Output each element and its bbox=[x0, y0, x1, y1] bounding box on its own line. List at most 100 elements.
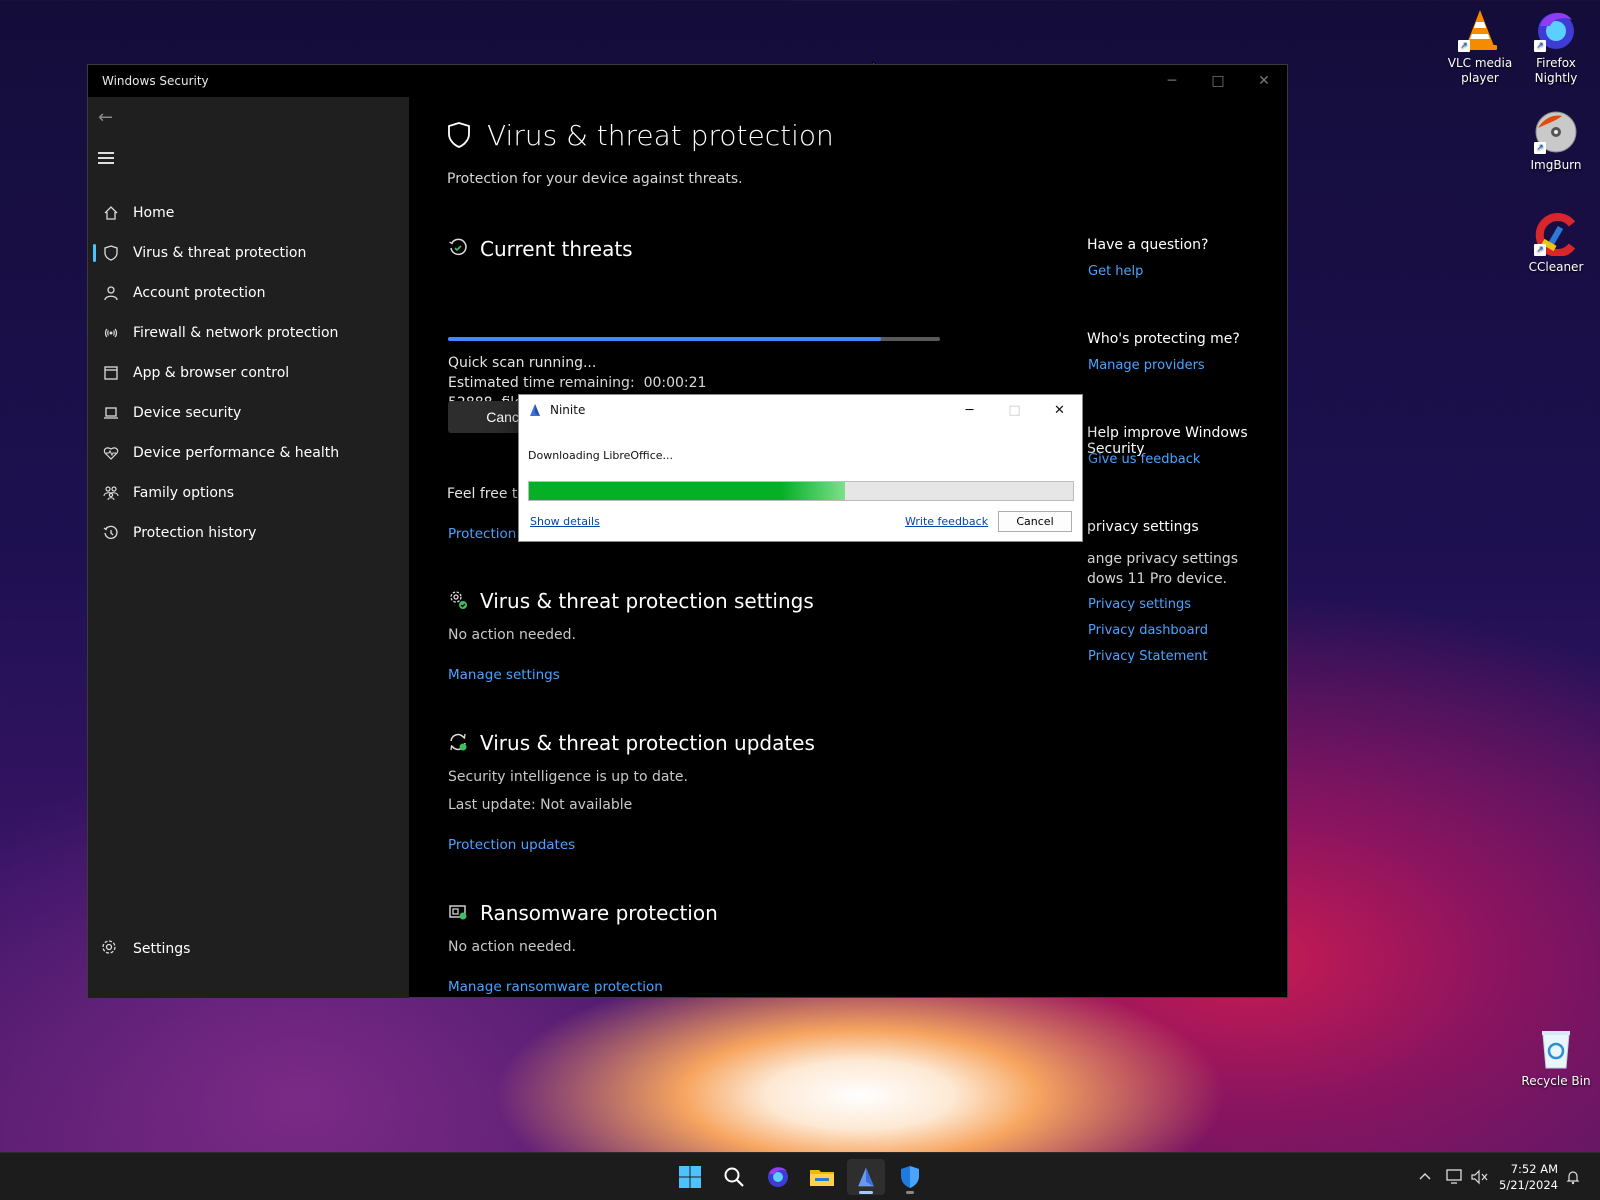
desktop-icon-recycle-bin[interactable]: Recycle Bin bbox=[1520, 1026, 1592, 1089]
vlc-cone-icon: ↗ bbox=[1458, 8, 1502, 52]
sidebar-item-app-browser-control[interactable]: App & browser control bbox=[88, 353, 409, 393]
sidebar-item-label: Device security bbox=[133, 405, 242, 421]
privacy-dashboard-link[interactable]: Privacy dashboard bbox=[1088, 623, 1208, 638]
sidebar-item-device-security[interactable]: Device security bbox=[88, 393, 409, 433]
privacy-settings-link[interactable]: Privacy settings bbox=[1088, 597, 1191, 612]
shortcut-arrow-icon: ↗ bbox=[1534, 244, 1546, 256]
ninite-cancel-button[interactable]: Cancel bbox=[998, 511, 1072, 532]
sidebar-item-label: Protection history bbox=[133, 525, 257, 541]
start-button[interactable] bbox=[671, 1159, 709, 1195]
sidebar-item-protection-history[interactable]: Protection history bbox=[88, 513, 409, 553]
main-content: Virus & threat protection Protection for… bbox=[409, 97, 1287, 997]
notification-bell-icon[interactable] bbox=[1565, 1153, 1581, 1200]
ninite-progress-fill bbox=[529, 482, 845, 500]
sidebar-item-label: Home bbox=[133, 205, 175, 221]
taskbar-ninite[interactable] bbox=[847, 1159, 885, 1195]
ninite-dialog: Ninite ─ □ ✕ Downloading LibreOffice... … bbox=[518, 394, 1083, 542]
ninite-status: Downloading LibreOffice... bbox=[528, 449, 673, 462]
sidebar-item-label: App & browser control bbox=[133, 365, 290, 381]
running-app-indicator bbox=[906, 1191, 914, 1194]
taskbar-file-explorer[interactable] bbox=[803, 1159, 841, 1195]
scan-status: Quick scan running... bbox=[448, 355, 597, 371]
refresh-icon bbox=[448, 732, 470, 754]
ccleaner-icon: ↗ bbox=[1534, 212, 1578, 257]
laptop-icon bbox=[101, 403, 121, 423]
sidebar-item-virus-threat-protection[interactable]: Virus & threat protection bbox=[88, 233, 409, 273]
heart-icon bbox=[101, 443, 121, 463]
sidebar-item-settings[interactable]: Settings bbox=[101, 939, 190, 959]
antenna-icon bbox=[101, 323, 121, 343]
sidebar-item-home[interactable]: Home bbox=[88, 193, 409, 233]
sidebar-nav: Home Virus & threat protection Account p… bbox=[88, 193, 409, 553]
protection-history-link[interactable]: Protection bbox=[448, 526, 516, 542]
shield-icon bbox=[447, 121, 473, 151]
sidebar-item-label: Firewall & network protection bbox=[133, 325, 339, 341]
gear-icon bbox=[101, 939, 121, 959]
desktop-icon-vlc[interactable]: ↗ VLC media player bbox=[1444, 8, 1516, 86]
sidebar-item-label: Device performance & health bbox=[133, 445, 340, 461]
active-app-indicator bbox=[859, 1191, 873, 1194]
ransomware-folder-icon bbox=[448, 902, 470, 924]
get-help-link[interactable]: Get help bbox=[1088, 264, 1143, 279]
volume-icon[interactable] bbox=[1471, 1153, 1489, 1200]
app-window-icon bbox=[101, 363, 121, 383]
sidebar-item-firewall[interactable]: Firewall & network protection bbox=[88, 313, 409, 353]
desktop-icon-ccleaner[interactable]: ↗ CCleaner bbox=[1520, 212, 1592, 275]
manage-providers-link[interactable]: Manage providers bbox=[1088, 358, 1205, 373]
window-title: Windows Security bbox=[102, 74, 209, 88]
clock-time: 7:52 AM bbox=[1510, 1162, 1558, 1176]
folder-icon bbox=[810, 1170, 834, 1186]
close-button[interactable]: ✕ bbox=[1241, 65, 1287, 97]
sidebar-item-account-protection[interactable]: Account protection bbox=[88, 273, 409, 313]
sidebar: ← Home Virus & threat protection Account… bbox=[88, 97, 409, 998]
sidebar-item-label: Family options bbox=[133, 485, 235, 501]
ninite-minimize-button[interactable]: ─ bbox=[947, 395, 992, 425]
shortcut-arrow-icon: ↗ bbox=[1534, 40, 1546, 52]
desktop-icon-imgburn[interactable]: ↗ ImgBurn bbox=[1520, 110, 1592, 173]
show-details-link[interactable]: Show details bbox=[530, 515, 600, 528]
ninite-close-button[interactable]: ✕ bbox=[1037, 395, 1082, 425]
scan-progress-fill bbox=[448, 337, 881, 341]
ninite-logo-icon bbox=[858, 1167, 874, 1187]
desktop-icon-firefox-nightly[interactable]: ↗ Firefox Nightly bbox=[1520, 8, 1592, 86]
taskbar-clock[interactable]: 7:52 AM 5/21/2024 bbox=[1499, 1161, 1558, 1193]
ninite-titlebar[interactable]: Ninite ─ □ ✕ bbox=[519, 395, 1082, 425]
shortcut-arrow-icon: ↗ bbox=[1458, 40, 1470, 52]
desktop-icon-label: ImgBurn bbox=[1530, 158, 1582, 172]
protection-updates-link[interactable]: Protection updates bbox=[448, 837, 575, 853]
taskbar-search-button[interactable] bbox=[715, 1159, 753, 1195]
privacy-desc-line2: dows 11 Pro device. bbox=[1087, 571, 1228, 587]
manage-ransomware-link[interactable]: Manage ransomware protection bbox=[448, 979, 663, 995]
sidebar-item-label: Virus & threat protection bbox=[133, 245, 307, 261]
network-icon[interactable] bbox=[1446, 1153, 1464, 1200]
desktop-icon-label: Firefox Nightly bbox=[1534, 56, 1578, 85]
clock-date: 5/21/2024 bbox=[1499, 1178, 1558, 1192]
shield-icon bbox=[101, 243, 121, 263]
history-icon bbox=[101, 523, 121, 543]
tray-overflow-chevron-icon[interactable] bbox=[1418, 1153, 1432, 1200]
back-arrow-icon[interactable]: ← bbox=[98, 107, 122, 129]
hamburger-menu-icon[interactable] bbox=[98, 149, 122, 169]
current-threats-heading: Current threats bbox=[448, 237, 633, 261]
threat-settings-heading: Virus & threat protection settings bbox=[448, 589, 814, 613]
family-icon bbox=[101, 483, 121, 503]
imgburn-disc-icon: ↗ bbox=[1534, 110, 1578, 154]
page-subtitle: Protection for your device against threa… bbox=[447, 171, 743, 187]
sidebar-item-family-options[interactable]: Family options bbox=[88, 473, 409, 513]
write-feedback-link[interactable]: Write feedback bbox=[905, 515, 988, 528]
taskbar-firefox-nightly[interactable] bbox=[759, 1159, 797, 1195]
privacy-statement-link[interactable]: Privacy Statement bbox=[1088, 649, 1208, 664]
taskbar-windows-security[interactable] bbox=[891, 1159, 929, 1195]
ninite-progress-bar bbox=[528, 481, 1074, 501]
ninite-maximize-button: □ bbox=[1008, 402, 1021, 418]
scan-progress-bar bbox=[448, 337, 940, 341]
last-update: Last update: Not available bbox=[448, 797, 633, 813]
sidebar-item-device-performance[interactable]: Device performance & health bbox=[88, 433, 409, 473]
maximize-button[interactable]: □ bbox=[1195, 65, 1241, 97]
minimize-button[interactable]: ─ bbox=[1149, 65, 1195, 97]
give-feedback-link[interactable]: Give us feedback bbox=[1088, 452, 1200, 467]
window-titlebar[interactable]: Windows Security ─ □ ✕ bbox=[88, 65, 1287, 97]
manage-settings-link[interactable]: Manage settings bbox=[448, 667, 560, 683]
page-title: Virus & threat protection bbox=[447, 119, 834, 152]
gear-check-icon bbox=[448, 590, 470, 612]
